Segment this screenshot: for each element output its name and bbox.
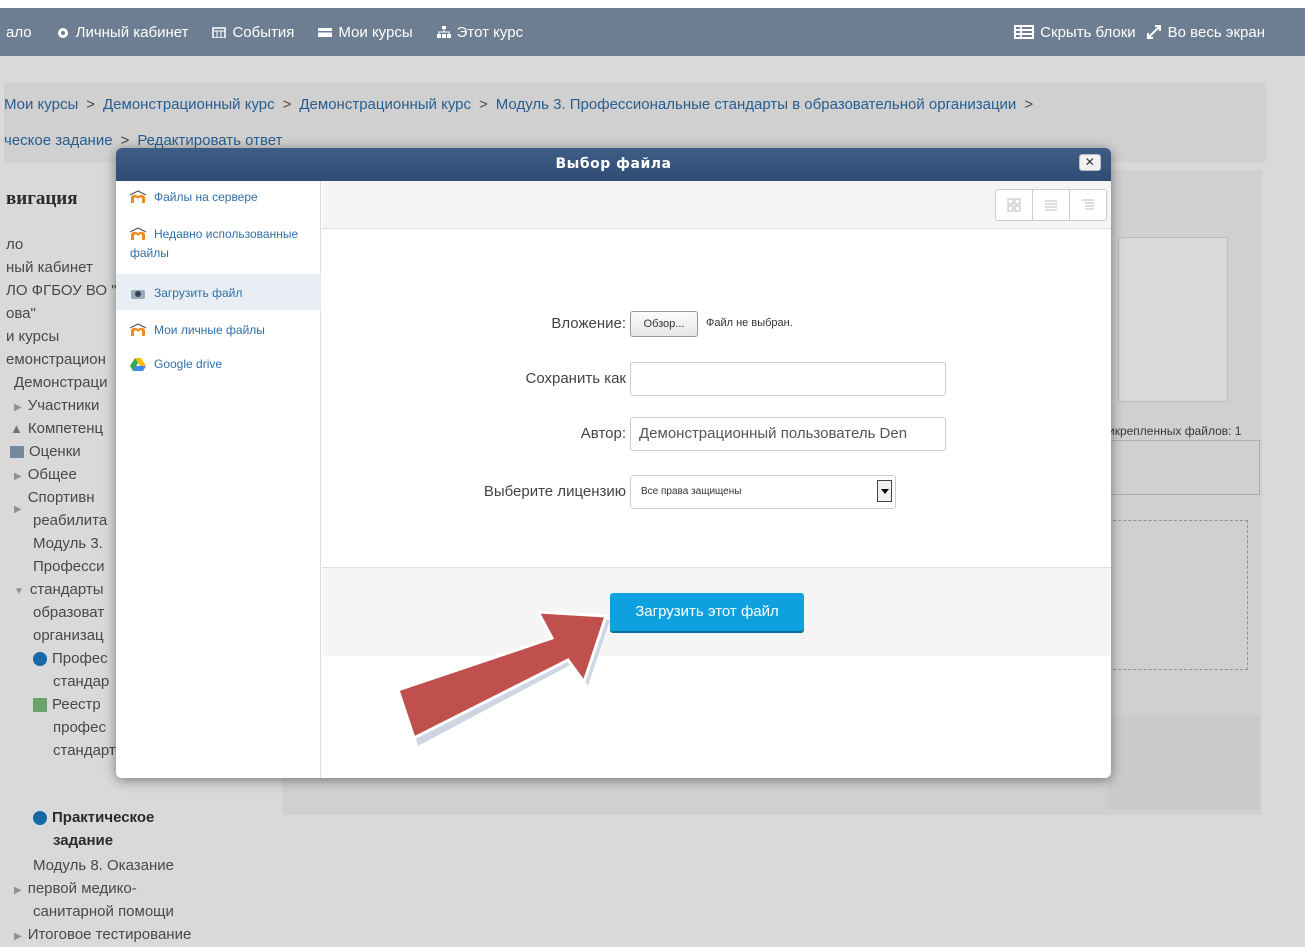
- navbar-left: ало Личный кабинет События Мои курсы Это…: [6, 8, 523, 56]
- chevron-down-icon[interactable]: [877, 480, 892, 502]
- save-as-input[interactable]: [630, 362, 946, 396]
- view-tree-button[interactable]: [1070, 190, 1106, 220]
- google-drive-icon: [130, 357, 146, 371]
- list-view-icon: [1045, 200, 1057, 211]
- dashboard-icon: [57, 28, 68, 38]
- top-navbar: ало Личный кабинет События Мои курсы Это…: [0, 8, 1305, 56]
- license-row: Выберите лицензию Все права защищены: [322, 475, 1111, 509]
- repository-label: Google drive: [154, 356, 223, 371]
- repository-label: Загрузить файл: [154, 285, 243, 300]
- upload-icon: [131, 289, 145, 299]
- hide-blocks-icon: [1014, 25, 1035, 39]
- navbar-right: Скрыть блоки Во весь экран: [1014, 8, 1265, 56]
- save-as-row: Сохранить как: [322, 362, 1111, 396]
- grid-view-icon: [1007, 198, 1021, 212]
- hide-blocks-button[interactable]: Скрыть блоки: [1014, 24, 1136, 41]
- no-file-text: Файл не выбран.: [706, 317, 793, 329]
- nav-calendar[interactable]: События: [212, 24, 294, 41]
- repository-label: Файлы на сервере: [154, 189, 258, 204]
- nav-dashboard-label: Личный кабинет: [75, 23, 189, 41]
- license-select[interactable]: Все права защищены: [630, 475, 896, 509]
- repository-label: Недавно использованные файлы: [130, 226, 299, 260]
- repository-label: Мои личные файлы: [154, 322, 265, 337]
- license-label: Выберите лицензию: [483, 483, 626, 500]
- repository-google-drive[interactable]: Google drive: [116, 351, 321, 375]
- repository-server-files[interactable]: Файлы на сервере: [116, 189, 321, 213]
- nav-my-courses[interactable]: Мои курсы: [318, 23, 413, 41]
- moodle-icon: [130, 190, 146, 203]
- view-details-button[interactable]: [1033, 190, 1070, 220]
- close-icon: ✕: [1084, 155, 1096, 169]
- calendar-icon: [212, 27, 227, 38]
- attachment-row: Вложение: Обзор... Файл не выбран.: [322, 307, 1111, 341]
- dialog-header: Выбор файла ✕: [116, 148, 1111, 181]
- dialog-title: Выбор файла: [555, 156, 672, 172]
- moodle-icon: [130, 323, 146, 336]
- nav-this-course[interactable]: Этот курс: [436, 23, 524, 41]
- fullscreen-label: Во весь экран: [1167, 23, 1265, 41]
- repository-private-files[interactable]: Мои личные файлы: [116, 317, 321, 341]
- nav-dashboard[interactable]: Личный кабинет: [56, 23, 189, 41]
- save-as-label: Сохранить как: [525, 370, 626, 387]
- view-icons-button[interactable]: [996, 190, 1033, 220]
- close-button[interactable]: ✕: [1079, 154, 1101, 171]
- repository-upload-file[interactable]: Загрузить файл: [116, 274, 321, 310]
- fullscreen-button[interactable]: Во весь экран: [1146, 24, 1265, 41]
- moodle-icon: [130, 227, 146, 240]
- nav-home[interactable]: ало: [6, 24, 32, 41]
- nav-this-course-label: Этот курс: [456, 23, 524, 41]
- author-label: Автор:: [580, 425, 626, 442]
- browse-button[interactable]: Обзор...: [630, 311, 698, 337]
- nav-home-label: ало: [6, 23, 32, 41]
- fullscreen-icon: [1146, 25, 1161, 39]
- license-value: Все права защищены: [641, 486, 742, 497]
- author-input[interactable]: Демонстрационный пользователь Den: [630, 417, 946, 451]
- attachment-label: Вложение:: [551, 315, 626, 332]
- author-row: Автор: Демонстрационный пользователь Den: [322, 417, 1111, 451]
- view-switcher: [995, 189, 1107, 221]
- annotation-arrow-icon: [396, 610, 610, 746]
- repository-list: Файлы на сервере Недавно использованные …: [116, 181, 321, 778]
- nav-my-courses-label: Мои курсы: [338, 23, 413, 41]
- tree-view-icon: [1082, 199, 1094, 210]
- courses-icon: [318, 28, 333, 37]
- file-picker-toolbar: [322, 181, 1111, 229]
- nav-calendar-label: События: [232, 23, 295, 41]
- hide-blocks-label: Скрыть блоки: [1040, 23, 1136, 41]
- repository-recent-files[interactable]: Недавно использованные файлы: [116, 224, 321, 268]
- sitemap-icon: [436, 26, 451, 38]
